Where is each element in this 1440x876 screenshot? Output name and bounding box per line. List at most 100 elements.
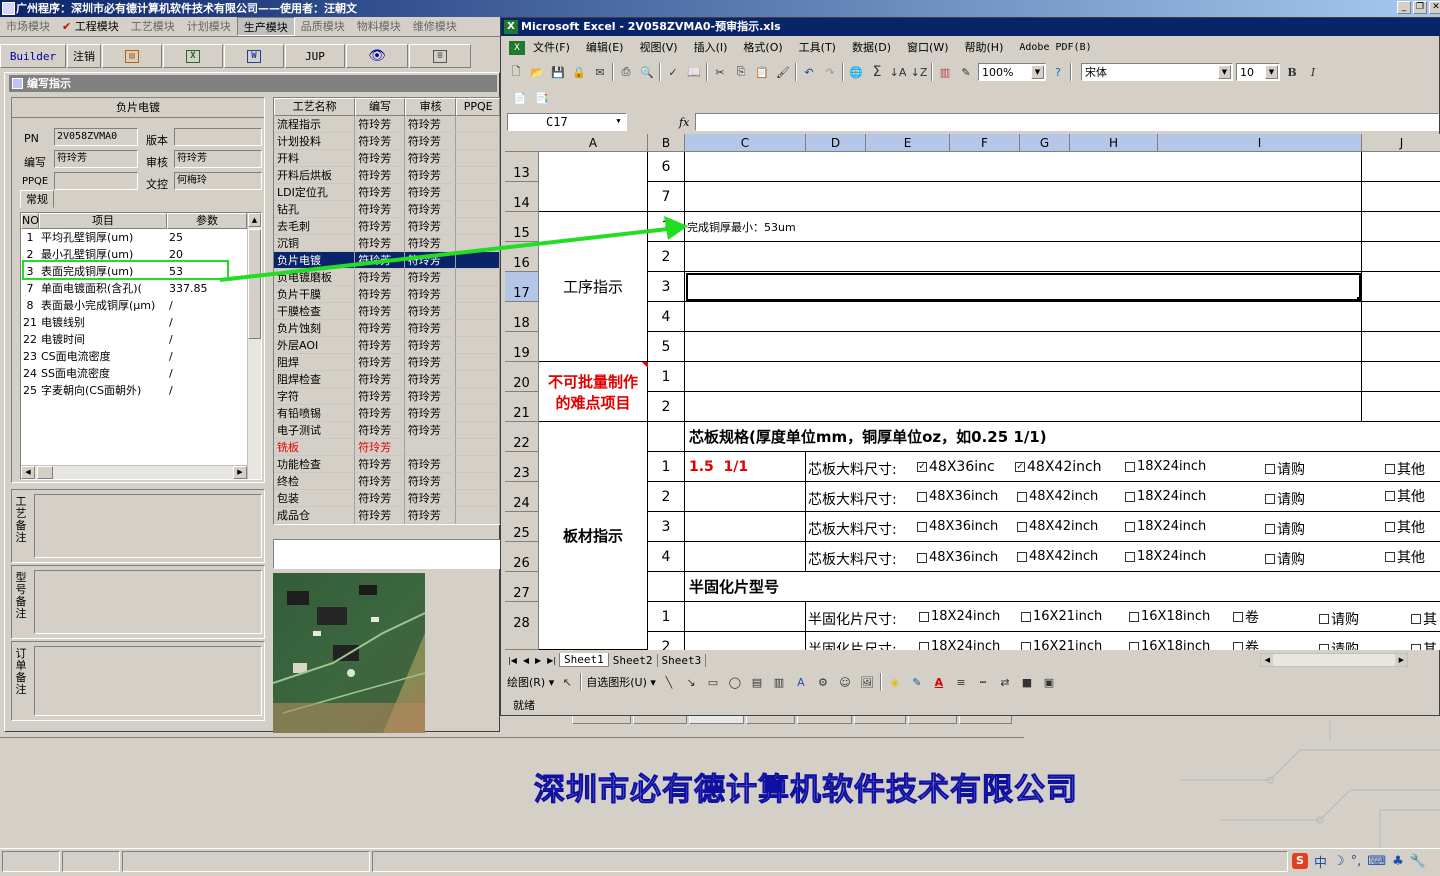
module-engineering[interactable]: ✔ 工程模块 (56, 17, 125, 36)
tab-general[interactable]: 常规 (20, 190, 54, 208)
process-row[interactable]: 开料 符玲芳 符玲芳 (274, 150, 500, 167)
parameter-row[interactable]: 7 单面电镀面积(含孔)(337.85 (21, 280, 261, 297)
param-value[interactable]: 25 (167, 229, 247, 246)
cell-b29[interactable]: 2 (648, 632, 685, 650)
scroll-left-icon[interactable]: ◀ (1261, 654, 1274, 666)
tab-sheet3[interactable]: Sheet3 (658, 653, 707, 667)
ppqe-field[interactable] (54, 172, 138, 190)
cell-c20[interactable] (685, 362, 1362, 392)
zoom-dropdown[interactable]: 100% ▼ (978, 63, 1046, 81)
chart-wizard-icon[interactable]: ▥ (936, 63, 954, 81)
column-header-h[interactable]: H (1070, 134, 1158, 152)
hscroll-thumb[interactable] (37, 466, 53, 479)
punctuation-icon[interactable]: °, (1351, 854, 1362, 869)
param-value[interactable]: 337.85 (167, 280, 247, 297)
arrow-style-icon[interactable]: ⇄ (996, 673, 1014, 691)
pp-roll-option[interactable]: 卷 (1233, 607, 1259, 627)
process-row[interactable]: 负片干膜 符玲芳 符玲芳 (274, 286, 500, 303)
active-cell-c17[interactable] (685, 272, 1362, 302)
version-field[interactable] (174, 128, 262, 146)
excel-button[interactable]: X (163, 44, 223, 68)
hyperlink-icon[interactable]: 🌐 (847, 63, 865, 81)
row-header-25[interactable]: 25 (505, 512, 539, 542)
first-sheet-icon[interactable]: |◀ (505, 656, 520, 665)
process-row[interactable]: 负片电镀 符玲芳 符玲芳 (274, 252, 500, 269)
draw-menu[interactable]: 绘图(R) ▾ (507, 674, 554, 690)
row-header-17[interactable]: 17 (505, 272, 539, 302)
help-icon[interactable]: ? (1049, 63, 1067, 81)
parameter-row[interactable]: 24 SS面电流密度 / (21, 365, 261, 382)
column-header-a[interactable]: A (539, 134, 648, 152)
report-button[interactable]: ▤ (102, 44, 162, 68)
open-icon[interactable]: 📂 (528, 63, 546, 81)
process-detail-field[interactable] (273, 539, 501, 569)
cell-c19[interactable] (685, 332, 1362, 362)
cell-board-label[interactable]: 板材指示 (539, 422, 648, 650)
module-quality[interactable]: 品质模块 (295, 17, 351, 36)
cell-b18[interactable]: 4 (648, 302, 685, 332)
3d-icon[interactable]: ▣ (1040, 673, 1058, 691)
autoshapes-menu[interactable]: 自选图形(U) ▾ (586, 674, 656, 690)
chevron-down-icon[interactable]: ▼ (1031, 65, 1044, 79)
builder-button[interactable]: Builder (0, 44, 66, 68)
cell-b17[interactable]: 3 (648, 272, 685, 302)
row-header-24[interactable]: 24 (505, 482, 539, 512)
param-value[interactable]: / (167, 314, 247, 331)
core-48x36-checked[interactable]: ✓ 48X36inc (917, 459, 995, 475)
module-process[interactable]: 工艺模块 (125, 17, 181, 36)
cell-c26[interactable] (685, 542, 806, 572)
process-row[interactable]: 开料后烘板 符玲芳 符玲芳 (274, 167, 500, 184)
order-notes-field[interactable] (34, 646, 262, 716)
process-row[interactable]: 铣板 符玲芳 (274, 439, 500, 456)
cell-b19[interactable]: 5 (648, 332, 685, 362)
cell-b22[interactable] (648, 422, 685, 452)
line-icon[interactable]: ╲ (660, 673, 678, 691)
prepreg-header[interactable]: 半固化片型号 (685, 572, 1440, 602)
tab-sheet2[interactable]: Sheet2 (609, 653, 658, 667)
arrow-icon[interactable]: ↘ (682, 673, 700, 691)
core-spec-value[interactable]: 1.5 1/1 (685, 452, 806, 482)
vertical-textbox-icon[interactable]: ▥ (770, 673, 788, 691)
keyboard-icon[interactable]: ⌨ (1367, 854, 1386, 869)
line-style-icon[interactable]: ≡ (952, 673, 970, 691)
save-icon[interactable]: 💾 (549, 63, 567, 81)
cell-c21[interactable] (685, 392, 1362, 422)
drawing-icon[interactable]: ✎ (957, 63, 975, 81)
diagram-icon[interactable]: ⚙ (814, 673, 832, 691)
process-row[interactable]: 字符 符玲芳 符玲芳 (274, 388, 500, 405)
next-sheet-icon[interactable]: ▶ (532, 656, 544, 665)
parameter-row[interactable]: 25 字麦朝向(CS面朝外) / (21, 382, 261, 399)
horizontal-scrollbar[interactable]: ◀ ▶ (1260, 653, 1409, 667)
row-header-13[interactable]: 13 (505, 152, 539, 182)
row-header-20[interactable]: 20 (505, 362, 539, 392)
core-other-option[interactable]: 其他 (1385, 547, 1425, 567)
format-painter-icon[interactable]: 🖌 (774, 63, 792, 81)
column-header-g[interactable]: G (1020, 134, 1070, 152)
cell-b28[interactable]: 1 (648, 602, 685, 632)
core-buy-option[interactable]: 请购 (1265, 489, 1305, 509)
module-market[interactable]: 市场模块 (0, 17, 56, 36)
scroll-up-icon[interactable]: ▲ (248, 213, 261, 227)
param-value[interactable]: / (167, 382, 247, 399)
cell-b25[interactable]: 3 (648, 512, 685, 542)
pp-18x24-option[interactable]: 18X24inch (919, 609, 1000, 624)
process-row[interactable]: 去毛刺 符玲芳 符玲芳 (274, 218, 500, 235)
core-buy-option[interactable]: 请购 (1265, 519, 1305, 539)
cell-c13[interactable] (685, 152, 1362, 182)
line-color-icon[interactable]: ✎ (908, 673, 926, 691)
column-header-f[interactable]: F (950, 134, 1020, 152)
wordart-icon[interactable]: A (792, 673, 810, 691)
scroll-right-icon[interactable]: ▶ (233, 466, 247, 479)
row-header-26[interactable]: 26 (505, 542, 539, 572)
pp-16x21-option[interactable]: 16X21inch (1021, 639, 1102, 650)
horizontal-scrollbar[interactable]: ◀ ▶ (21, 465, 247, 479)
pp-buy-option[interactable]: 请购 (1319, 609, 1359, 629)
core-18x24-option[interactable]: 18X24inch (1125, 489, 1206, 504)
redo-icon[interactable]: ↷ (821, 63, 839, 81)
core-other-option[interactable]: 其他 (1385, 517, 1425, 537)
sort-ascending-icon[interactable]: ↓A (889, 63, 907, 81)
menu-insert[interactable]: 插入(I) (686, 39, 736, 57)
undo-icon[interactable]: ↶ (800, 63, 818, 81)
param-value[interactable]: / (167, 297, 247, 314)
scroll-thumb[interactable] (248, 229, 261, 339)
